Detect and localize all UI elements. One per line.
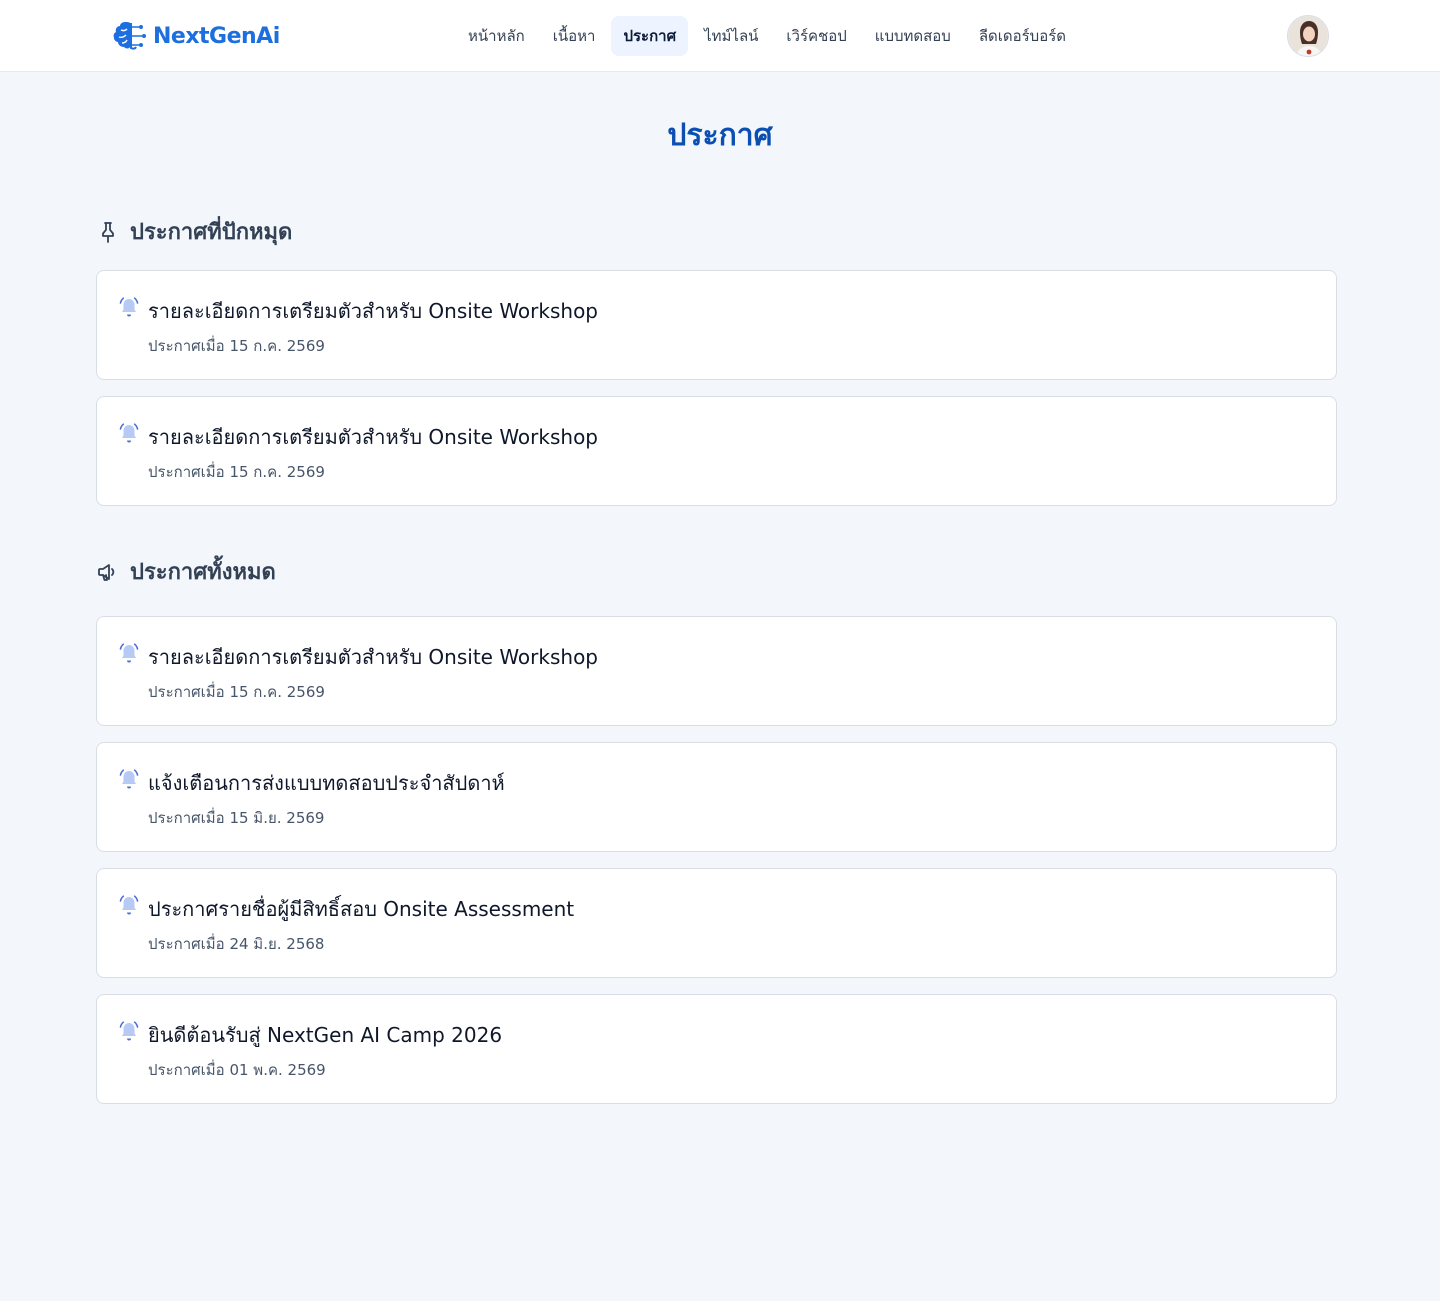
announcement-card[interactable]: รายละเอียดการเตรียมตัวสำหรับ Onsite Work… — [96, 270, 1337, 380]
bell-ring-icon — [119, 643, 139, 663]
announcement-card[interactable]: ประกาศรายชื่อผู้มีสิทธิ์สอบ Onsite Asses… — [96, 868, 1337, 978]
brand-name: NextGenAi — [153, 23, 280, 49]
megaphone-icon — [98, 563, 115, 581]
nav-item-announcements[interactable]: ประกาศ — [611, 16, 689, 56]
announcement-title: รายละเอียดการเตรียมตัวสำหรับ Onsite Work… — [148, 425, 598, 449]
announcement-card[interactable]: รายละเอียดการเตรียมตัวสำหรับ Onsite Work… — [96, 396, 1337, 506]
nav-item-content[interactable]: เนื้อหา — [541, 16, 608, 56]
announcement-date: ประกาศเมื่อ 15 ก.ค. 2569 — [148, 683, 325, 701]
nav-item-home[interactable]: หน้าหลัก — [456, 16, 537, 56]
announcement-title: แจ้งเตือนการส่งแบบทดสอบประจำสัปดาห์ — [148, 771, 505, 795]
announcement-date: ประกาศเมื่อ 15 ก.ค. 2569 — [148, 463, 325, 481]
announcement-date: ประกาศเมื่อ 01 พ.ค. 2569 — [148, 1061, 326, 1079]
user-avatar[interactable] — [1287, 15, 1329, 57]
announcement-card[interactable]: รายละเอียดการเตรียมตัวสำหรับ Onsite Work… — [96, 616, 1337, 726]
pinned-section-heading: ประกาศที่ปักหมุด — [96, 214, 292, 249]
nav-item-quiz[interactable]: แบบทดสอบ — [863, 16, 963, 56]
all-section-heading: ประกาศทั้งหมด — [96, 554, 276, 589]
main-nav: หน้าหลัก เนื้อหา ประกาศ ไทม์ไลน์ เวิร์คช… — [456, 16, 1082, 56]
announcement-date: ประกาศเมื่อ 15 ก.ค. 2569 — [148, 337, 325, 355]
nav-item-workshop[interactable]: เวิร์คชอป — [774, 16, 858, 56]
pinned-section-title: ประกาศที่ปักหมุด — [130, 220, 293, 245]
announcement-title: รายละเอียดการเตรียมตัวสำหรับ Onsite Work… — [148, 645, 598, 669]
announcement-card[interactable]: แจ้งเตือนการส่งแบบทดสอบประจำสัปดาห์ ประก… — [96, 742, 1337, 852]
nav-item-leaderboard[interactable]: ลีดเดอร์บอร์ด — [967, 16, 1078, 56]
all-section-title: ประกาศทั้งหมด — [130, 560, 276, 585]
announcement-title: ประกาศรายชื่อผู้มีสิทธิ์สอบ Onsite Asses… — [148, 897, 575, 921]
announcement-date: ประกาศเมื่อ 15 มิ.ย. 2569 — [148, 809, 325, 827]
avatar-image — [1288, 16, 1328, 56]
bell-ring-icon — [119, 895, 139, 915]
bell-ring-icon — [119, 423, 139, 443]
brand-logo[interactable]: NextGenAi — [111, 18, 280, 54]
announcement-title: รายละเอียดการเตรียมตัวสำหรับ Onsite Work… — [148, 299, 598, 323]
nav-item-timeline[interactable]: ไทม์ไลน์ — [692, 16, 770, 56]
announcement-card[interactable]: ยินดีต้อนรับสู่ NextGen AI Camp 2026 ประ… — [96, 994, 1337, 1104]
top-navigation-bar: NextGenAi หน้าหลัก เนื้อหา ประกาศ ไทม์ไล… — [0, 0, 1440, 72]
bell-ring-icon — [119, 297, 139, 317]
page-title: ประกาศ — [667, 118, 773, 153]
announcement-date: ประกาศเมื่อ 24 มิ.ย. 2568 — [148, 935, 325, 953]
brain-circuit-icon — [113, 22, 146, 50]
bell-ring-icon — [119, 1021, 139, 1041]
pin-icon — [102, 221, 114, 243]
bell-ring-icon — [119, 769, 139, 789]
announcement-title: ยินดีต้อนรับสู่ NextGen AI Camp 2026 — [148, 1023, 503, 1047]
